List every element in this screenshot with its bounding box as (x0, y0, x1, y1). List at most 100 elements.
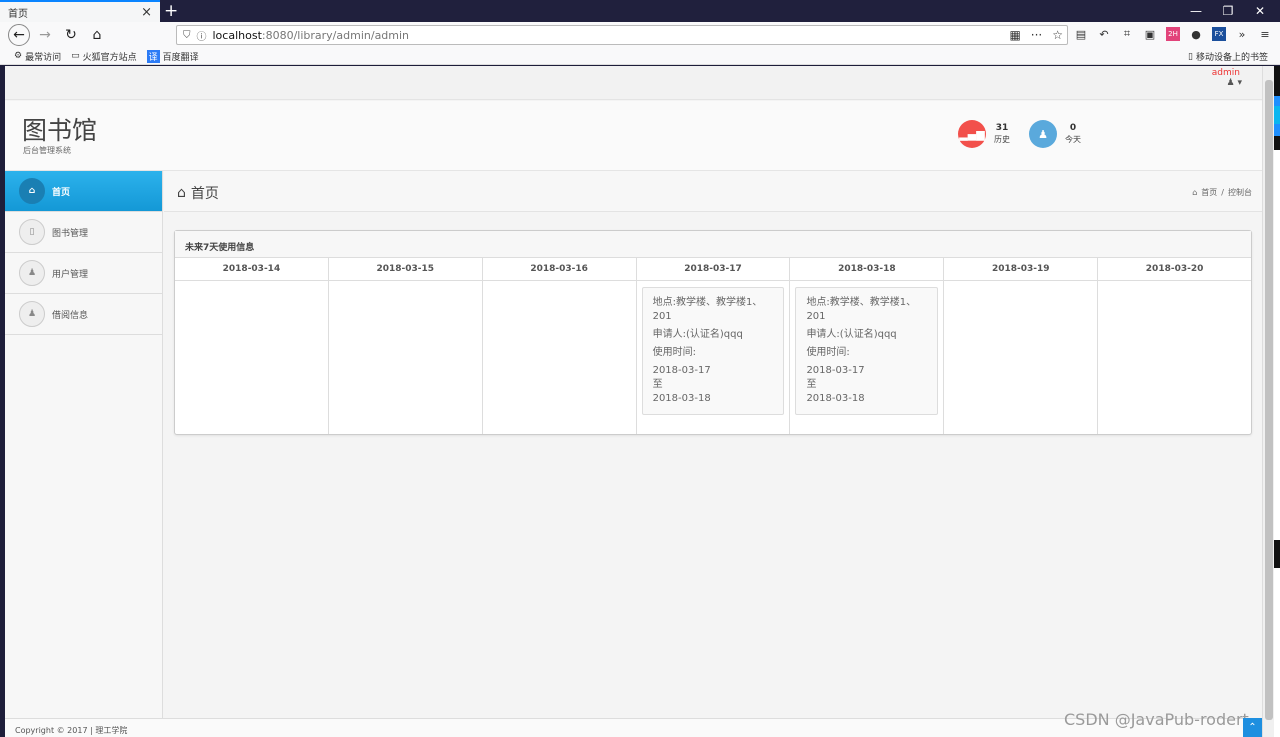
day-column: 2018-03-16 (482, 258, 637, 434)
sidebar-item-label: 用户管理 (52, 269, 89, 280)
home-icon: ⌂ (19, 178, 45, 204)
tab-close-icon[interactable]: × (141, 5, 152, 20)
stat-history-label: 历史 (994, 135, 1010, 144)
user-icon: ♟ (1226, 78, 1235, 88)
home-icon: ⌂ (177, 185, 186, 201)
content-header: ⌂ 首页 ⌂ 首页 / 控制台 (164, 171, 1262, 212)
extension-fx-icon[interactable]: FX (1212, 27, 1226, 41)
day-column: 2018-03-15 (328, 258, 483, 434)
sidebar-item-home[interactable]: ⌂ 首页 (5, 171, 162, 212)
account-icon[interactable]: ● (1189, 27, 1203, 41)
bookmark-label: 最常访问 (25, 52, 62, 63)
day-column: 2018-03-17 地点:教学楼、教学楼1、201 申请人:(认证名)qqq … (636, 258, 791, 434)
url-path: :8080/library/admin/admin (261, 28, 410, 42)
bookmarks-bar: ⚙ 最常访问 ▭ 火狐官方站点 译百度翻译 ▯ 移动设备上的书签 (0, 48, 1280, 65)
info-icon: ⓘ (196, 31, 207, 43)
menu-icon[interactable]: ≡ (1258, 27, 1272, 41)
book-icon: ▯ (19, 219, 45, 245)
stat-history-value: 31 (995, 123, 1009, 133)
stat-history: ▂▄▆ 31 历史 (958, 120, 1010, 148)
breadcrumb-separator: / (1221, 188, 1224, 197)
top-navbar: admin ♟ ▾ (5, 66, 1262, 100)
page-title-text: 首页 (190, 186, 219, 202)
user-icon: ♟ (1029, 120, 1057, 148)
booking-end: 2018-03-18 (806, 393, 865, 404)
overflow-icon[interactable]: » (1235, 27, 1249, 41)
restore-button[interactable]: ❐ (1212, 0, 1244, 22)
booking-end: 2018-03-18 (652, 393, 711, 404)
booking-start: 2018-03-17 (652, 365, 711, 376)
breadcrumb-current: 控制台 (1228, 188, 1252, 197)
close-window-button[interactable]: ✕ (1244, 0, 1276, 22)
bookmark-label: 火狐官方站点 (82, 52, 137, 63)
sidebar-item-user-management[interactable]: ♟ 用户管理 (5, 253, 162, 294)
page-scrollbar[interactable] (1262, 66, 1274, 737)
forward-icon[interactable]: → (34, 24, 56, 46)
reload-icon[interactable]: ↻ (60, 24, 82, 46)
sidebar: ⌂ 首页 ▯ 图书管理 ♟ 用户管理 ♟ 借阅信息 (5, 171, 163, 737)
back-icon[interactable]: ← (8, 24, 30, 46)
undo-icon[interactable]: ↶ (1097, 27, 1111, 41)
day-header: 2018-03-16 (482, 258, 636, 281)
day-header: 2018-03-15 (328, 258, 482, 281)
extension-2h-icon[interactable]: 2H (1166, 27, 1180, 41)
booking-applicant: 申请人:(认证名)qqq (652, 329, 743, 340)
bookmark-mobile[interactable]: ▯ 移动设备上的书签 (1188, 50, 1268, 64)
url-bar[interactable]: ⛉ ⓘ localhost:8080/library/admin/admin ▦… (176, 25, 1068, 45)
shield-icon: ⛉ (183, 29, 191, 41)
user-dropdown[interactable]: ♟ ▾ (1227, 78, 1242, 88)
sidebar-item-label: 首页 (52, 187, 71, 198)
url-host: localhost (212, 28, 262, 42)
page-viewport: admin ♟ ▾ 图书馆 后台管理系统 ▂▄▆ 31 历史 ♟ 0 今天 ⌂ … (5, 66, 1262, 737)
minimize-button[interactable]: — (1180, 0, 1212, 22)
browser-tab[interactable]: 首页 × (0, 0, 160, 22)
gear-icon: ⚙ (14, 51, 23, 61)
bookmark-most-visited[interactable]: ⚙ 最常访问 (14, 50, 61, 63)
home-icon[interactable]: ⌂ (86, 24, 108, 46)
stat-today: ♟ 0 今天 (1029, 120, 1081, 148)
home-icon: ⌂ (1192, 188, 1198, 197)
reader-icon[interactable]: ▣ (1143, 27, 1157, 41)
bookmark-firefox-site[interactable]: ▭ 火狐官方站点 (71, 50, 137, 63)
more-icon[interactable]: ··· (1031, 28, 1042, 42)
day-column: 2018-03-20 (1098, 258, 1252, 434)
booking-card[interactable]: 地点:教学楼、教学楼1、201 申请人:(认证名)qqq 使用时间: 2018-… (795, 287, 939, 415)
breadcrumb: ⌂ 首页 / 控制台 (1192, 187, 1252, 198)
sidebar-icon[interactable]: ▤ (1074, 27, 1088, 41)
booking-time-label: 使用时间: (652, 347, 696, 358)
scroll-thumb[interactable] (1265, 80, 1273, 720)
translate-icon: 译 (146, 49, 160, 63)
page-title: ⌂ 首页 (177, 183, 219, 203)
main-content: ⌂ 首页 ⌂ 首页 / 控制台 未来7天使用信息 2018-03-14 2018… (164, 171, 1262, 737)
sidebar-item-book-management[interactable]: ▯ 图书管理 (5, 212, 162, 253)
crop-icon[interactable]: ⌗ (1120, 27, 1134, 41)
watermark: CSDN @JavaPub-rodert (1064, 710, 1249, 729)
day-header: 2018-03-20 (1098, 258, 1252, 281)
new-tab-button[interactable]: + (164, 1, 178, 21)
booking-to: 至 (806, 379, 817, 390)
signal-icon: ▂▄▆ (958, 120, 986, 148)
sidebar-item-borrow-info[interactable]: ♟ 借阅信息 (5, 294, 162, 335)
day-header: 2018-03-17 (636, 258, 790, 281)
day-header: 2018-03-18 (790, 258, 944, 281)
folder-icon: ▭ (71, 51, 80, 61)
day-column: 2018-03-18 地点:教学楼、教学楼1、201 申请人:(认证名)qqq … (790, 258, 945, 434)
bookmark-label: 百度翻译 (162, 52, 199, 63)
tab-title: 首页 (8, 8, 28, 20)
site-header: 图书馆 后台管理系统 ▂▄▆ 31 历史 ♟ 0 今天 (5, 101, 1262, 171)
chevron-up-icon[interactable]: ⌃ (1243, 718, 1262, 737)
booking-card[interactable]: 地点:教学楼、教学楼1、201 申请人:(认证名)qqq 使用时间: 2018-… (641, 287, 785, 415)
day-column: 2018-03-14 (175, 258, 329, 434)
user-icon: ♟ (19, 260, 45, 286)
bookmark-baidu-translate[interactable]: 译百度翻译 (146, 49, 199, 63)
day-column: 2018-03-19 (944, 258, 1099, 434)
sidebar-item-label: 图书管理 (52, 228, 89, 239)
star-icon[interactable]: ☆ (1052, 28, 1063, 42)
day-header: 2018-03-14 (175, 258, 328, 281)
booking-to: 至 (652, 379, 663, 390)
days-grid: 2018-03-14 2018-03-15 2018-03-16 2018-03… (175, 258, 1252, 434)
background-window-edge (1274, 66, 1280, 737)
qr-code-icon[interactable]: ▦ (1009, 28, 1020, 42)
breadcrumb-home[interactable]: 首页 (1201, 187, 1217, 198)
bookmark-label: 移动设备上的书签 (1195, 53, 1268, 63)
